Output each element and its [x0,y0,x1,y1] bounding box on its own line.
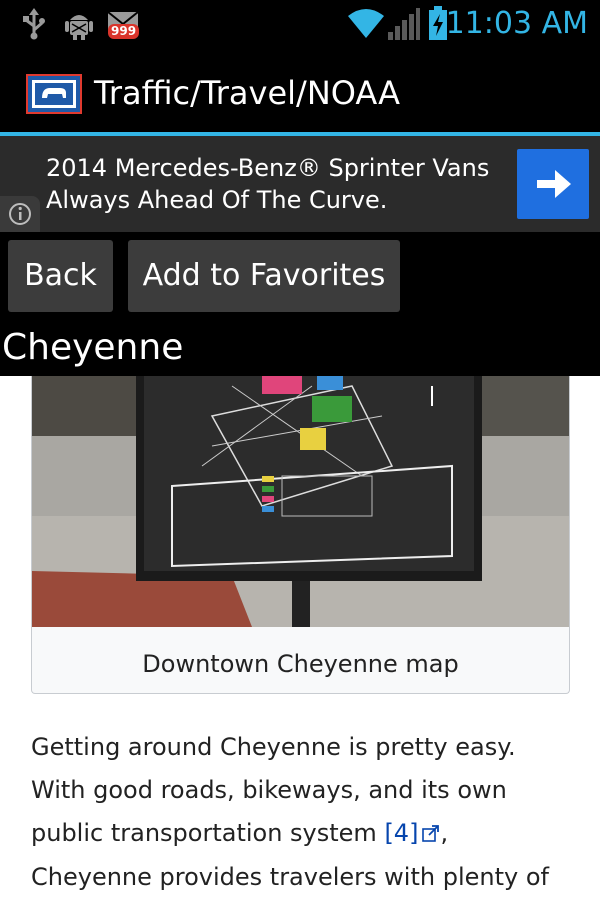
external-link-icon [422,813,440,856]
ad-banner[interactable]: 2014 Mercedes-Benz® Sprinter Vans Always… [0,136,600,232]
android-debug-icon [64,8,94,44]
reference-link[interactable]: [4] [384,819,418,847]
ad-go-button[interactable] [517,149,589,219]
status-bar: 999 11:03 AM [0,0,600,48]
usb-icon [20,8,48,44]
article-content: Downtown Cheyenne map Getting around Che… [0,376,600,900]
image-caption: Downtown Cheyenne map [142,650,459,678]
action-bar: Traffic/Travel/NOAA [0,48,600,134]
clock: 11:03 AM [445,6,588,41]
back-button[interactable]: Back [8,240,113,312]
toolbar: Back Add to Favorites [0,232,600,320]
app-title: Traffic/Travel/NOAA [94,74,401,112]
add-to-favorites-button[interactable]: Add to Favorites [128,240,400,312]
ad-text[interactable]: 2014 Mercedes-Benz® Sprinter Vans Always… [46,152,506,216]
info-icon[interactable] [0,196,40,232]
notification-count-badge: 999 [108,24,140,39]
image-figure: Downtown Cheyenne map [31,376,570,694]
arrow-right-icon [517,170,589,223]
downtown-map-photo[interactable] [32,376,569,627]
page-title: Cheyenne [0,320,600,376]
signal-icon [386,8,420,44]
wyoming-flag-icon [26,74,82,114]
article-paragraph: Getting around Cheyenne is pretty easy. … [31,726,571,900]
wifi-icon [346,6,386,44]
